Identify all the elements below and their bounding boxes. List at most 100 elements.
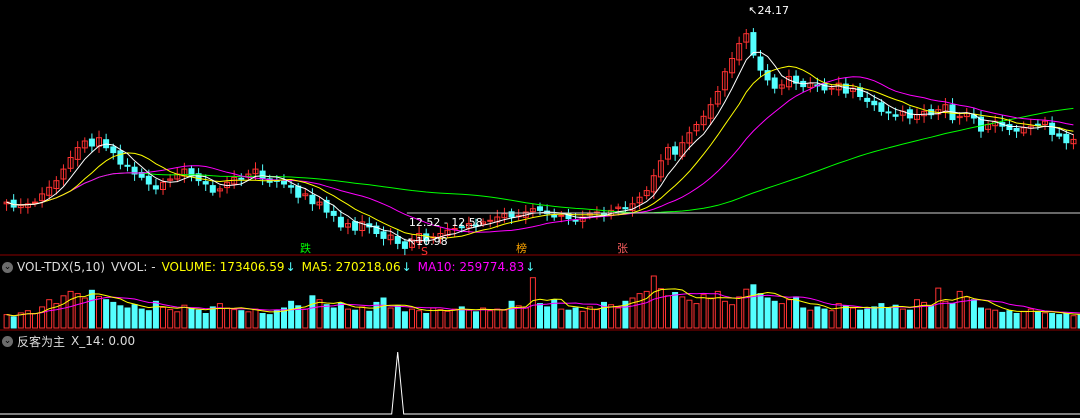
candle-body (558, 214, 565, 217)
volume-bar (494, 308, 501, 329)
volume-bar (202, 313, 209, 329)
candle-body (871, 100, 878, 106)
candle-body (1013, 128, 1020, 132)
volume-bar (330, 307, 337, 329)
volume-bar (437, 309, 444, 329)
volume-bar (693, 303, 700, 329)
volume-bar (743, 288, 750, 329)
volume-bar (451, 308, 458, 329)
volume-bar (522, 307, 529, 329)
indicator-name: 反客为主 (17, 334, 66, 349)
volume-bar (138, 308, 145, 329)
volume-bar (800, 307, 807, 329)
candle-body (330, 210, 337, 216)
volume-bar (288, 300, 295, 329)
volume-bar (864, 308, 871, 329)
volume-bar (515, 305, 522, 329)
volume-bar (657, 288, 664, 329)
volume-bar (572, 307, 579, 329)
candle-body (1056, 133, 1063, 137)
collapse-toggle-icon[interactable]: ⌄ (2, 335, 13, 347)
candle-body (32, 201, 38, 204)
volume-bar (529, 277, 536, 329)
candle-body (771, 77, 778, 89)
candle-body (892, 114, 899, 117)
volume-bar (906, 309, 913, 329)
candle-body (750, 32, 757, 56)
volume-bar (586, 306, 593, 329)
volume-bar (579, 310, 586, 329)
candle-body (152, 185, 159, 190)
volume-bar (608, 304, 615, 329)
volume-bar (167, 309, 174, 329)
volume-bar (252, 308, 259, 329)
volume-bar (679, 296, 686, 329)
volume-bar (593, 309, 600, 329)
volume-bar (416, 310, 423, 329)
volume-bar (409, 308, 415, 329)
volume-bar (110, 301, 117, 329)
high-price-label: ↖24.17 (748, 4, 789, 17)
volume-bar (88, 289, 95, 329)
volume-bar (67, 290, 74, 329)
candle-body (380, 231, 387, 239)
volume-bar (480, 307, 487, 329)
volume-bar (1042, 312, 1048, 329)
candle-body (885, 111, 892, 114)
candle-body (202, 181, 209, 185)
volume-bar (181, 304, 188, 329)
volume-bar (650, 275, 657, 329)
candle-body (828, 87, 835, 90)
volume-bar (145, 310, 152, 329)
volume-bar (771, 300, 778, 329)
volume-bar (970, 299, 977, 329)
candle-body (309, 194, 316, 205)
ma5-down-arrow-icon: ↓ (401, 260, 412, 274)
volume-bar (914, 299, 920, 329)
indicator-panel (0, 351, 1080, 415)
volume-bar (721, 300, 728, 329)
x14-line (0, 351, 1080, 415)
volume-bar (665, 295, 671, 329)
candle-body (1034, 123, 1041, 126)
marker-bang-label: 榜 (516, 241, 527, 255)
volume-bar (266, 314, 273, 329)
volume-bar (302, 308, 309, 329)
volume-bar (835, 303, 842, 329)
volume-bar (231, 309, 238, 329)
volume-bar (821, 308, 828, 329)
volume-bar (558, 308, 565, 329)
collapse-toggle-icon[interactable]: ⌄ (2, 261, 13, 273)
volume-bar (465, 309, 472, 329)
volume-bar (188, 308, 195, 329)
volume-bar (828, 310, 835, 329)
marker-up-label: 张 (617, 242, 628, 255)
candle-body (259, 170, 266, 180)
volume-bar (174, 311, 181, 329)
volume-bar (380, 297, 387, 329)
volume-bar (949, 303, 956, 329)
volume-bar (32, 313, 38, 329)
volume-bar (103, 299, 110, 329)
candle-body (864, 97, 871, 102)
volume-bar (160, 306, 166, 329)
candle-body (878, 102, 885, 112)
volume-bar (195, 309, 202, 329)
volume-bar (401, 311, 408, 329)
volume-bar (1013, 313, 1020, 329)
volume-bar (373, 301, 380, 329)
volume-bar (60, 295, 67, 329)
volume-bar (508, 300, 515, 329)
volume-bar (394, 305, 401, 329)
marker-down-label: 跌 (300, 241, 311, 255)
candle-body (337, 216, 344, 228)
volume-bar (444, 310, 451, 329)
volume-bar (259, 313, 266, 329)
candle-body (537, 206, 543, 211)
candle-body (551, 214, 558, 218)
volume-bar (899, 308, 906, 329)
volume-bar (707, 297, 714, 329)
candle-body (295, 185, 302, 198)
volume-bar (3, 314, 10, 329)
volume-bar (786, 299, 792, 329)
